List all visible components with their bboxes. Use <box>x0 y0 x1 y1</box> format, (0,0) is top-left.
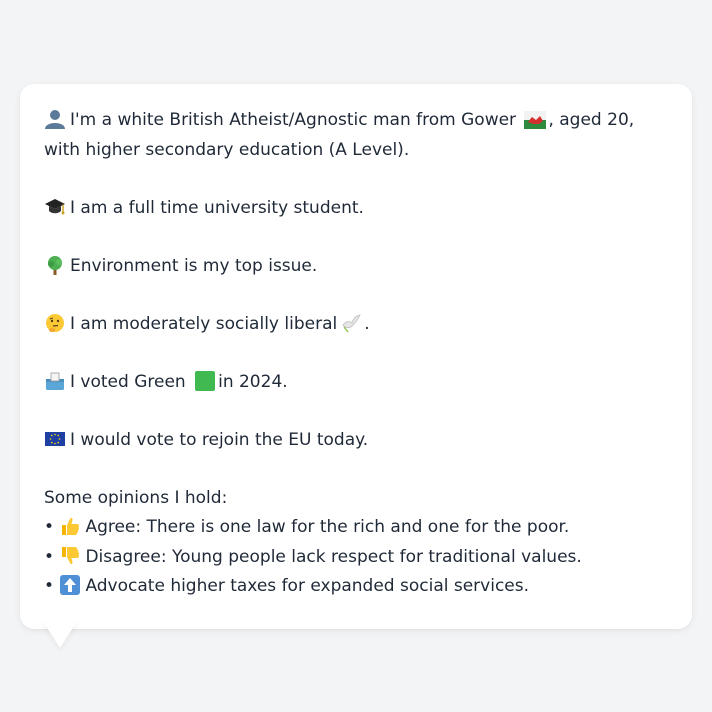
vote-text-continued: in 2024. <box>218 371 288 392</box>
occupation-line: I am a full time university student. <box>44 194 668 224</box>
ballot-box-icon <box>44 371 66 391</box>
bullet: • <box>44 517 55 537</box>
vote-text: I voted Green <box>70 371 186 392</box>
eu-line: I would vote to rejoin the EU today. <box>44 426 668 456</box>
opinion-text: Disagree: Young people lack respect for … <box>85 546 582 567</box>
opinion-item: • Advocate higher taxes for expanded soc… <box>44 572 668 602</box>
identity-line: I'm a white British Atheist/Agnostic man… <box>44 106 668 165</box>
tree-icon <box>44 255 66 275</box>
graduation-cap-icon <box>44 197 66 217</box>
bullet: • <box>44 546 55 567</box>
thumbs-down-icon <box>59 546 81 566</box>
thumbs-up-icon <box>59 516 81 536</box>
dove-icon <box>340 313 362 333</box>
occupation-text: I am a full time university student. <box>70 197 364 218</box>
thinking-face-icon <box>44 313 66 333</box>
social-views-line: I am moderately socially liberal . <box>44 310 668 340</box>
identity-text: I'm a white British Atheist/Agnostic man… <box>70 110 517 130</box>
up-arrow-icon <box>59 575 81 595</box>
eu-text: I would vote to rejoin the EU today. <box>70 429 369 450</box>
profile-card: I'm a white British Atheist/Agnostic man… <box>20 84 692 629</box>
vote-line: I voted Green in 2024. <box>44 368 668 398</box>
social-views-text: I am moderately socially liberal <box>70 313 338 334</box>
issue-line: Environment is my top issue. <box>44 252 668 282</box>
opinions-heading: Some opinions I hold: <box>44 487 228 508</box>
bullet: • <box>44 576 55 596</box>
person-silhouette-icon <box>44 109 66 129</box>
opinion-text: Advocate higher taxes for expanded socia… <box>85 576 530 596</box>
opinion-item: • Agree: There is one law for the rich a… <box>44 513 668 543</box>
opinion-text: Agree: There is one law for the rich and… <box>85 517 570 537</box>
green-square-icon <box>194 370 216 391</box>
social-views-period: . <box>364 313 370 334</box>
opinion-item: • Disagree: Young people lack respect fo… <box>44 543 668 573</box>
eu-flag-icon <box>44 429 66 449</box>
issue-text: Environment is my top issue. <box>70 255 318 276</box>
wales-flag-icon <box>524 110 547 130</box>
speech-bubble-tail <box>42 620 78 648</box>
